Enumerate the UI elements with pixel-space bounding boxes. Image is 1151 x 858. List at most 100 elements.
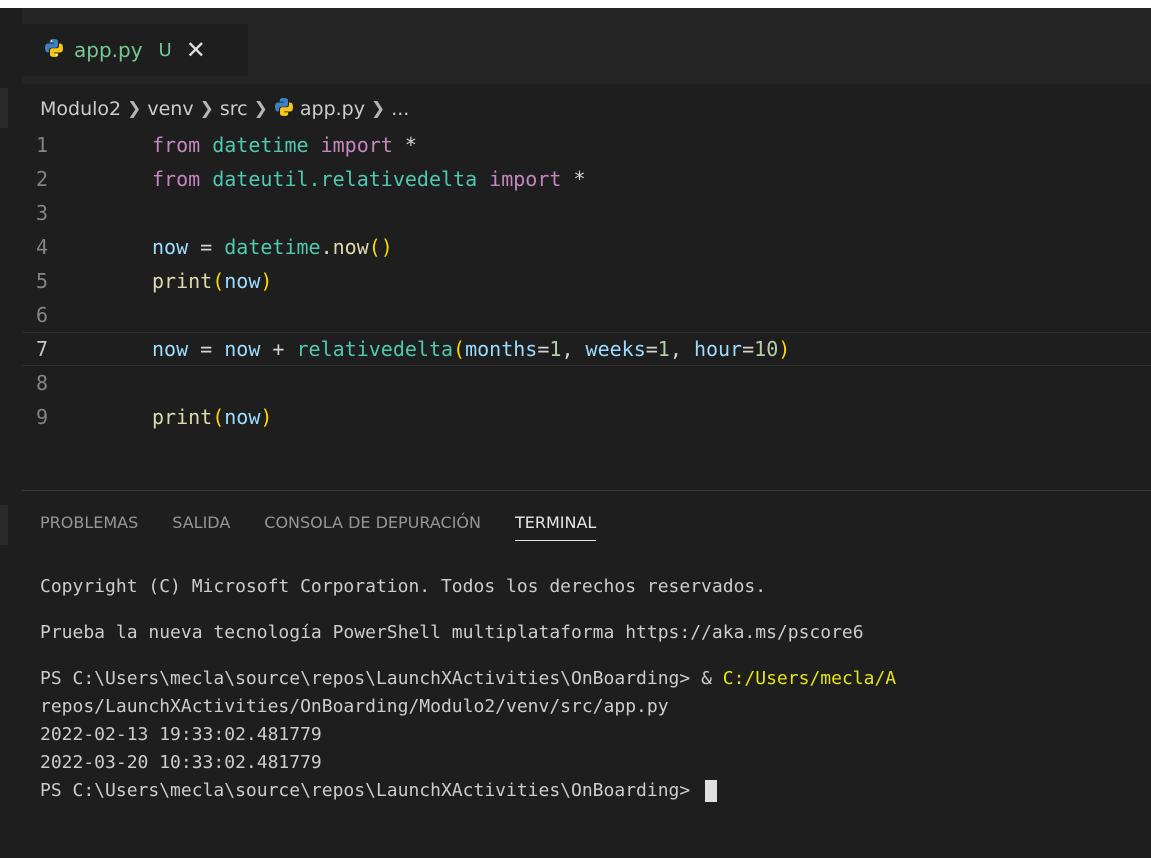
- code-token: ,: [561, 337, 586, 361]
- git-status-badge: U: [158, 39, 172, 61]
- code-line[interactable]: 9 print(now): [22, 400, 1151, 434]
- terminal-prompt: PS C:\Users\mecla\source\repos\LaunchXAc…: [40, 780, 702, 801]
- terminal-line-copyright: Copyright (C) Microsoft Corporation. Tod…: [40, 576, 767, 597]
- code-text: now = now + relativedelta(months=1, week…: [152, 337, 790, 361]
- terminal-cursor: [705, 780, 718, 802]
- breadcrumb-item-app-py[interactable]: app.py: [300, 98, 365, 120]
- terminal-command-path: C:/Users/mecla/A: [722, 668, 897, 689]
- tab-consola-de-depuracion[interactable]: CONSOLA DE DEPURACIÓN: [264, 513, 481, 541]
- python-file-icon: [274, 97, 294, 122]
- code-token: import: [489, 167, 562, 191]
- tab-app-py[interactable]: app.py U ✕: [22, 24, 248, 76]
- tab-problemas[interactable]: PROBLEMAS: [40, 513, 138, 541]
- terminal-line-output-1: 2022-02-13 19:33:02.481779: [40, 724, 322, 745]
- code-token: (: [212, 269, 225, 293]
- code-token: *: [561, 167, 586, 191]
- code-token: relativedelta: [296, 337, 454, 361]
- code-line[interactable]: 5 print(now): [22, 264, 1151, 298]
- code-token: from: [152, 133, 201, 157]
- code-text: from datetime import *: [152, 133, 417, 157]
- terminal-prompt: PS C:\Users\mecla\source\repos\LaunchXAc…: [40, 668, 702, 689]
- tab-salida[interactable]: SALIDA: [172, 513, 230, 541]
- line-number: 4: [35, 235, 48, 259]
- gutter-marker: [0, 505, 8, 545]
- breadcrumb: Modulo2 ❯ venv ❯ src ❯ app.py ❯ ...: [40, 94, 409, 124]
- terminal-output[interactable]: Copyright (C) Microsoft Corporation. Tod…: [40, 573, 1151, 805]
- code-token: import: [320, 133, 393, 157]
- code-token: ): [260, 269, 273, 293]
- terminal-amp: &: [701, 668, 723, 689]
- code-token: (: [453, 337, 466, 361]
- terminal-line-command: PS C:\Users\mecla\source\repos\LaunchXAc…: [40, 665, 1151, 693]
- code-token: *: [392, 133, 417, 157]
- code-token: now: [332, 235, 369, 259]
- code-token: 10: [754, 337, 779, 361]
- code-token: ,: [669, 337, 694, 361]
- code-token: now: [224, 337, 261, 361]
- close-icon[interactable]: ✕: [186, 36, 206, 64]
- code-token: (: [212, 405, 225, 429]
- code-line[interactable]: 4 now = datetime.now(): [22, 230, 1151, 264]
- chevron-right-icon: ❯: [127, 99, 142, 119]
- code-token: now: [152, 337, 189, 361]
- code-token: =: [188, 235, 225, 259]
- code-token: from: [152, 167, 201, 191]
- code-token: .: [320, 235, 333, 259]
- top-border: [0, 0, 1151, 8]
- code-token: =: [537, 337, 550, 361]
- chevron-right-icon: ❯: [370, 99, 386, 119]
- gutter-marker: [0, 88, 8, 128]
- tab-filename: app.py: [74, 38, 143, 62]
- line-number: 1: [35, 133, 48, 157]
- code-editor[interactable]: 1 from datetime import * 2 from dateutil.re…: [22, 128, 1151, 468]
- code-token: ): [260, 405, 273, 429]
- code-token: dateutil.relativedelta: [212, 167, 478, 191]
- terminal-line-pscore: Prueba la nueva tecnología PowerShell mu…: [40, 622, 864, 643]
- code-token: datetime: [224, 235, 321, 259]
- terminal-line-command-cont: repos/LaunchXActivities/OnBoarding/Modul…: [40, 696, 669, 717]
- code-line[interactable]: 2 from dateutil.relativedelta import *: [22, 162, 1151, 196]
- code-token: ): [778, 337, 791, 361]
- tab-terminal[interactable]: TERMINAL: [514, 513, 597, 541]
- code-token: now: [224, 405, 261, 429]
- code-token: 1: [549, 337, 562, 361]
- code-token: now: [152, 235, 189, 259]
- chevron-right-icon: ❯: [253, 99, 268, 119]
- breadcrumb-item-more[interactable]: ...: [391, 98, 409, 120]
- code-token: =: [645, 337, 658, 361]
- code-line[interactable]: 1 from datetime import *: [22, 128, 1151, 162]
- panel-tabs: PROBLEMAS SALIDA CONSOLA DE DEPURACIÓN T…: [40, 513, 597, 541]
- code-line[interactable]: 3: [22, 196, 1151, 230]
- breadcrumb-item-modulo2[interactable]: Modulo2: [40, 98, 121, 120]
- code-token: print: [152, 269, 213, 293]
- code-token: =: [742, 337, 755, 361]
- line-number: 6: [35, 303, 48, 327]
- code-line[interactable]: 6: [22, 298, 1151, 332]
- code-token: print: [152, 405, 213, 429]
- code-text: from dateutil.relativedelta import *: [152, 167, 586, 191]
- breadcrumb-item-src[interactable]: src: [220, 98, 248, 120]
- breadcrumb-item-venv[interactable]: venv: [147, 98, 193, 120]
- code-token: datetime: [212, 133, 309, 157]
- line-number: 3: [35, 201, 48, 225]
- python-file-icon: [44, 38, 64, 63]
- code-line[interactable]: 7 now = now + relativedelta(months=1, wee…: [22, 332, 1151, 366]
- line-number: 7: [35, 337, 48, 361]
- chevron-right-icon: ❯: [199, 99, 214, 119]
- editor-tab-bar: app.py U ✕: [22, 8, 1151, 84]
- line-number: 2: [35, 167, 48, 191]
- code-text: now = datetime.now(): [152, 235, 393, 259]
- code-line[interactable]: 8: [22, 366, 1151, 400]
- terminal-line-output-2: 2022-03-20 10:33:02.481779: [40, 752, 322, 773]
- code-token: now: [224, 269, 261, 293]
- line-number: 5: [35, 269, 48, 293]
- code-text: print(now): [152, 405, 272, 429]
- vscode-window: app.py U ✕ Modulo2 ❯ venv ❯ src ❯ app.py…: [0, 0, 1151, 858]
- code-token: hour: [693, 337, 743, 361]
